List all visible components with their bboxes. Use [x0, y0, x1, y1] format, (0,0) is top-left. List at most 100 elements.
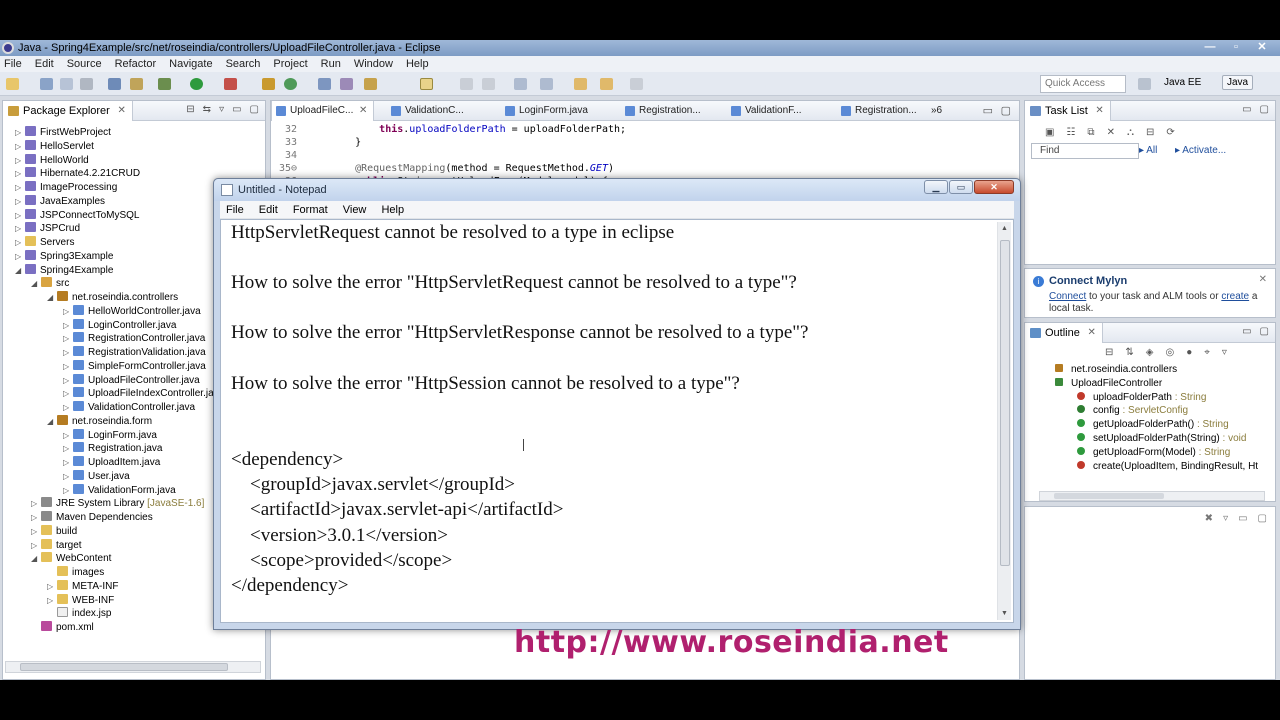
expanded-icon[interactable]: ◢ [31, 552, 41, 566]
collapsed-icon[interactable]: ▷ [15, 236, 25, 250]
collapsed-icon[interactable]: ▷ [15, 209, 25, 223]
prev-annotation-icon[interactable] [540, 78, 553, 90]
close-icon[interactable]: ✕ [1095, 101, 1103, 121]
collapsed-icon[interactable]: ▷ [63, 429, 73, 443]
tree-item[interactable]: ◢ net.roseindia.controllers [47, 291, 178, 305]
run-icon[interactable] [190, 78, 203, 90]
minimize-view-icon[interactable]: ▭ [1242, 326, 1251, 337]
open-type-icon[interactable] [340, 78, 353, 90]
tree-item[interactable]: ▷ build [31, 524, 77, 539]
tree-item[interactable]: ▷ target [31, 538, 82, 553]
perspective-java-ee[interactable]: Java EE [1164, 77, 1201, 88]
pilcrow-icon[interactable] [482, 78, 495, 90]
close-icon[interactable]: ✕ [1087, 323, 1095, 343]
tree-item[interactable]: ▷ JSPCrud [15, 222, 80, 236]
tree-item[interactable]: ◢ Spring4Example [15, 263, 113, 278]
maximize-view-icon[interactable]: ▢ [1260, 104, 1269, 115]
notepad-close-button[interactable]: ✕ [974, 180, 1014, 194]
new-task-icon[interactable]: ▣ [1045, 127, 1054, 138]
maximize-view-icon[interactable]: ▢ [1260, 326, 1269, 337]
outline-item[interactable]: config : ServletConfig [1077, 404, 1188, 418]
collapsed-icon[interactable]: ▷ [63, 374, 73, 388]
collapsed-icon[interactable]: ▷ [15, 222, 25, 236]
tree-item[interactable]: images [47, 566, 104, 580]
external-tools-icon[interactable] [224, 78, 237, 90]
save-icon[interactable] [40, 78, 53, 90]
next-annotation-icon[interactable] [514, 78, 527, 90]
menu-run[interactable]: Run [321, 58, 341, 70]
collapsed-icon[interactable]: ▷ [63, 346, 73, 360]
categorize-icon[interactable]: ☷ [1066, 127, 1075, 138]
tree-item[interactable]: ▷ Hibernate4.2.21CRUD [15, 167, 140, 181]
expanded-icon[interactable]: ◢ [47, 291, 57, 305]
menu-search[interactable]: Search [226, 58, 261, 70]
collapsed-icon[interactable]: ▷ [15, 195, 25, 209]
tree-item[interactable]: ▷ JavaExamples [15, 194, 105, 209]
collapsed-icon[interactable]: ▷ [31, 497, 41, 511]
hide-nonpublic-icon[interactable]: ● [1186, 347, 1192, 358]
outline-item[interactable]: net.roseindia.controllers [1055, 363, 1177, 377]
sync-icon[interactable]: ⟳ [1166, 127, 1174, 138]
view-menu-icon[interactable]: ▿ [1223, 513, 1228, 524]
print-icon[interactable] [80, 78, 93, 90]
back-icon[interactable] [574, 78, 587, 90]
collapsed-icon[interactable]: ▷ [31, 511, 41, 525]
close-icon[interactable]: ✕ [359, 101, 367, 121]
menu-file[interactable]: File [4, 58, 22, 70]
menu-refactor[interactable]: Refactor [115, 58, 157, 70]
tree-item[interactable]: ▷ HelloServlet [15, 139, 94, 154]
tab-task-list[interactable]: Task List ✕ [1025, 101, 1111, 121]
tree-item[interactable]: ▷ WEB-INF [47, 593, 114, 608]
collapsed-icon[interactable]: ▷ [63, 484, 73, 498]
debug-icon[interactable] [158, 78, 171, 90]
scroll-up-icon[interactable]: ▲ [1001, 225, 1008, 232]
notepad-menu-file[interactable]: File [226, 204, 244, 216]
save-all-icon[interactable] [60, 78, 73, 90]
build-icon[interactable] [130, 78, 143, 90]
expanded-icon[interactable]: ◢ [15, 264, 25, 278]
notepad-scrollbar[interactable]: ▲ ▼ [997, 222, 1011, 620]
collapsed-icon[interactable]: ▷ [63, 319, 73, 333]
perspective-java[interactable]: Java [1222, 75, 1254, 90]
task-find-input[interactable]: Find [1031, 143, 1139, 159]
tab-package-explorer[interactable]: Package Explorer ✕ [3, 101, 133, 121]
collapsed-icon[interactable]: ▷ [63, 332, 73, 346]
tab-overflow[interactable]: »6 [931, 101, 942, 121]
collapsed-icon[interactable]: ▷ [15, 250, 25, 264]
collapse-all-icon[interactable]: ⊟ [1105, 347, 1113, 358]
expanded-icon[interactable]: ◢ [31, 277, 41, 291]
task-all-link[interactable]: ▸ All [1139, 145, 1157, 156]
notepad-title-bar[interactable]: Untitled - Notepad ▁ ▭ ✕ [214, 179, 1020, 201]
minimize-view-icon[interactable]: ▭ [1242, 104, 1251, 115]
focus-icon[interactable]: ⛬ [1127, 127, 1134, 138]
tree-item[interactable]: ▷ META-INF [47, 579, 118, 594]
collapsed-icon[interactable]: ▷ [15, 154, 25, 168]
tree-item[interactable]: ▷ UploadFileController.java [63, 373, 200, 388]
new-package-icon[interactable] [284, 78, 297, 90]
tab-validationform[interactable]: ValidationF... [727, 101, 802, 121]
search-icon[interactable] [364, 78, 377, 90]
minimize-view-icon[interactable]: ▭ [1238, 513, 1247, 524]
notepad-minimize-button[interactable]: ▁ [924, 180, 948, 194]
forward-icon[interactable] [600, 78, 613, 90]
tree-item[interactable]: ▷ JSPConnectToMySQL [15, 208, 140, 223]
tree-item[interactable]: ◢ src [31, 277, 69, 291]
delete-icon[interactable]: ✕ [1107, 127, 1115, 138]
hide-static-icon[interactable]: ◎ [1165, 347, 1174, 358]
expanded-icon[interactable]: ◢ [47, 415, 57, 429]
new-class-icon[interactable] [318, 78, 331, 90]
maximize-view-icon[interactable]: ▢ [250, 104, 259, 115]
tree-item[interactable]: ▷ UploadItem.java [63, 456, 160, 470]
notepad-menu-format[interactable]: Format [293, 204, 328, 216]
collapsed-icon[interactable]: ▷ [15, 126, 25, 140]
menu-help[interactable]: Help [406, 58, 429, 70]
collapsed-icon[interactable]: ▷ [63, 305, 73, 319]
tree-item[interactable]: ▷ User.java [63, 469, 130, 484]
notepad-menu-edit[interactable]: Edit [259, 204, 278, 216]
outline-item[interactable]: UploadFileController [1055, 377, 1162, 391]
collapsed-icon[interactable]: ▷ [63, 387, 73, 401]
collapsed-icon[interactable]: ▷ [31, 525, 41, 539]
pin-icon[interactable] [630, 78, 643, 90]
collapsed-icon[interactable]: ▷ [15, 140, 25, 154]
tree-item[interactable]: ▷ LoginForm.java [63, 428, 157, 443]
